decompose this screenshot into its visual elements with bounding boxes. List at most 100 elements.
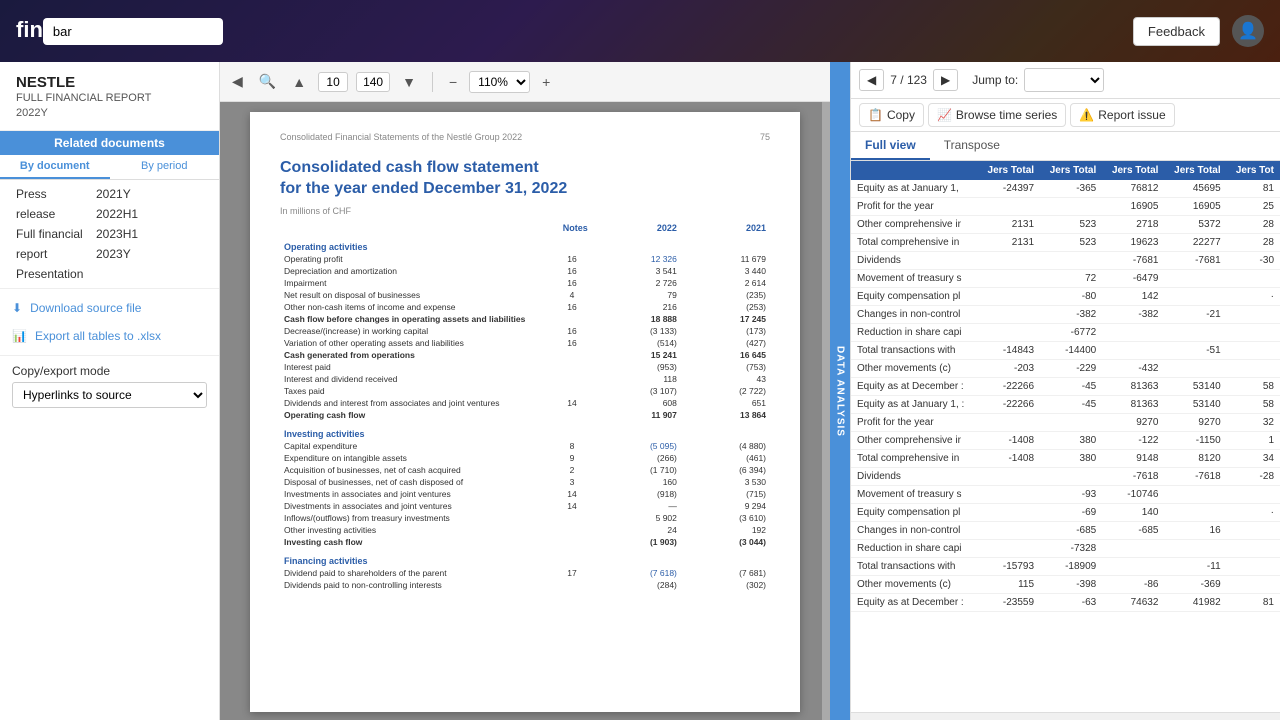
table-row: Reduction in share capi-6772 <box>851 324 1280 342</box>
currency-note: In millions of CHF <box>280 206 770 216</box>
page-number-display: 10 <box>318 72 348 92</box>
doc-tabs: By document By period <box>0 155 219 180</box>
table-row: Total transactions with-14843-14400-51 <box>851 342 1280 360</box>
table-row: Profit for the year169051690525 <box>851 198 1280 216</box>
table-row: Equity as at January 1, :-22266-45813635… <box>851 396 1280 414</box>
table-row: Equity compensation pl-69140· <box>851 504 1280 522</box>
table-row: Other comprehensive ir21315232718537228 <box>851 216 1280 234</box>
doc-viewer: ◀ 🔍 ▲ 10 140 ▼ − 110% 75% 100% 125% 150%… <box>220 62 830 720</box>
view-tabs: Full view Transpose <box>851 132 1280 161</box>
table-row: Total comprehensive in213152319623222772… <box>851 234 1280 252</box>
time-series-icon: 📈 <box>937 108 952 122</box>
next-nav-button[interactable]: ▶ <box>933 69 958 91</box>
right-panel-toolbar: ◀ 7 / 123 ▶ Jump to: <box>851 62 1280 99</box>
table-row: Equity as at December :-23559-6374632419… <box>851 594 1280 612</box>
zoom-select[interactable]: 110% 75% 100% 125% 150% <box>469 71 530 93</box>
table-row: Other comprehensive ir-1408380-122-11501 <box>851 432 1280 450</box>
company-info: NESTLE FULL FINANCIAL REPORT 2022Y <box>0 62 219 131</box>
related-docs-header: Related documents <box>0 131 219 155</box>
expand-button[interactable]: ▼ <box>398 72 420 92</box>
jump-select[interactable] <box>1024 68 1104 92</box>
tab-full-view[interactable]: Full view <box>851 132 930 160</box>
export-icon: 📊 <box>12 329 27 343</box>
search-input[interactable]: bar <box>43 18 223 45</box>
horizontal-scroll[interactable] <box>851 712 1280 720</box>
table-row: Total transactions with-15793-18909-11 <box>851 558 1280 576</box>
browse-time-series-button[interactable]: 📈 Browse time series <box>928 103 1066 127</box>
tab-by-document[interactable]: By document <box>0 155 110 179</box>
doc-page: Consolidated Financial Statements of the… <box>250 112 800 712</box>
logo-fin: fin <box>16 17 43 42</box>
doc-toolbar: ◀ 🔍 ▲ 10 140 ▼ − 110% 75% 100% 125% 150%… <box>220 62 830 102</box>
col-notes: Notes <box>552 222 592 234</box>
user-avatar[interactable]: 👤 <box>1232 15 1264 47</box>
table-row: Dividends-7681-7681-30 <box>851 252 1280 270</box>
right-page-display: 7 / 123 <box>890 73 927 87</box>
page-total-display: 140 <box>356 72 390 92</box>
list-item[interactable]: Full financial 2023H1 <box>0 224 219 244</box>
table-row: Equity as at December :-22266-4581363531… <box>851 378 1280 396</box>
company-subtitle: FULL FINANCIAL REPORT 2022Y <box>16 91 203 122</box>
page-header: Consolidated Financial Statements of the… <box>280 132 770 142</box>
doc-list: Press 2021Y release 2022H1 Full financia… <box>0 180 219 288</box>
table-row: Changes in non-control-382-382-21 <box>851 306 1280 324</box>
tab-transpose[interactable]: Transpose <box>930 132 1014 160</box>
top-header: finbar Feedback 👤 <box>0 0 1280 62</box>
sidebar: NESTLE FULL FINANCIAL REPORT 2022Y Relat… <box>0 62 220 720</box>
download-icon: ⬇ <box>12 301 22 315</box>
cash-flow-table: Notes 2022 2021 Operating activitiesOper… <box>280 222 770 591</box>
feedback-button[interactable]: Feedback <box>1133 17 1220 46</box>
table-row: Total comprehensive in-14083809148812034 <box>851 450 1280 468</box>
page-number: 75 <box>760 132 770 142</box>
prev-nav-button[interactable]: ◀ <box>859 69 884 91</box>
data-table: Jers TotalJers TotalJers TotalJers Total… <box>851 161 1280 612</box>
logo: finbar <box>16 17 223 45</box>
prev-page-button[interactable]: ▲ <box>288 72 310 92</box>
search-button[interactable]: 🔍 <box>255 71 280 92</box>
zoom-in-button[interactable]: + <box>538 72 554 92</box>
table-row: Equity compensation pl-80142· <box>851 288 1280 306</box>
list-item[interactable]: Press 2021Y <box>0 184 219 204</box>
table-row: Reduction in share capi-7328 <box>851 540 1280 558</box>
sidebar-collapse-button[interactable]: ◀ <box>228 71 247 92</box>
doc-title: Consolidated cash flow statement for the… <box>280 158 770 200</box>
page-header-left: Consolidated Financial Statements of the… <box>280 132 522 142</box>
export-tables-button[interactable]: 📊 Export all tables to .xlsx <box>12 325 207 347</box>
header-right: Feedback 👤 <box>1133 15 1264 47</box>
table-row: Equity as at January 1,-24397-3657681245… <box>851 180 1280 198</box>
right-panel-actions: 📋 Copy 📈 Browse time series ⚠️ Report is… <box>851 99 1280 132</box>
scroll-bar[interactable] <box>822 102 830 720</box>
list-item[interactable]: report 2023Y <box>0 244 219 264</box>
table-row: Other movements (c)-203-229-432 <box>851 360 1280 378</box>
zoom-out-button[interactable]: − <box>445 72 461 92</box>
tab-by-period[interactable]: By period <box>110 155 220 179</box>
col-2022: 2022 <box>592 222 681 234</box>
jump-label: Jump to: <box>972 73 1018 87</box>
separator <box>432 72 433 92</box>
copy-mode-label: Copy/export mode <box>12 364 207 378</box>
col-2021: 2021 <box>681 222 770 234</box>
download-source-button[interactable]: ⬇ Download source file <box>12 297 207 319</box>
company-name: NESTLE <box>16 74 203 91</box>
warning-icon: ⚠️ <box>1079 108 1094 122</box>
data-analysis-tab[interactable]: DATA ANALYSIS <box>830 62 850 720</box>
copy-mode-section: Copy/export mode Hyperlinks to source <box>0 355 219 416</box>
data-table-container: Jers TotalJers TotalJers TotalJers Total… <box>851 161 1280 712</box>
copy-icon: 📋 <box>868 108 883 122</box>
sidebar-actions: ⬇ Download source file 📊 Export all tabl… <box>0 288 219 355</box>
doc-content: Consolidated Financial Statements of the… <box>220 102 830 720</box>
copy-button[interactable]: 📋 Copy <box>859 103 924 127</box>
copy-mode-select[interactable]: Hyperlinks to source <box>12 382 207 408</box>
report-issue-button[interactable]: ⚠️ Report issue <box>1070 103 1174 127</box>
main-layout: NESTLE FULL FINANCIAL REPORT 2022Y Relat… <box>0 62 1280 720</box>
table-row: Dividends-7618-7618-28 <box>851 468 1280 486</box>
list-item[interactable]: Presentation <box>0 264 219 284</box>
table-row: Profit for the year9270927032 <box>851 414 1280 432</box>
right-panel: ◀ 7 / 123 ▶ Jump to: 📋 Copy 📈 Browse tim… <box>850 62 1280 720</box>
table-row: Movement of treasury s-93-10746 <box>851 486 1280 504</box>
table-row: Movement of treasury s72-6479 <box>851 270 1280 288</box>
table-row: Changes in non-control-685-68516 <box>851 522 1280 540</box>
list-item[interactable]: release 2022H1 <box>0 204 219 224</box>
table-row: Other movements (c)115-398-86-369 <box>851 576 1280 594</box>
header-left: finbar <box>16 17 223 45</box>
